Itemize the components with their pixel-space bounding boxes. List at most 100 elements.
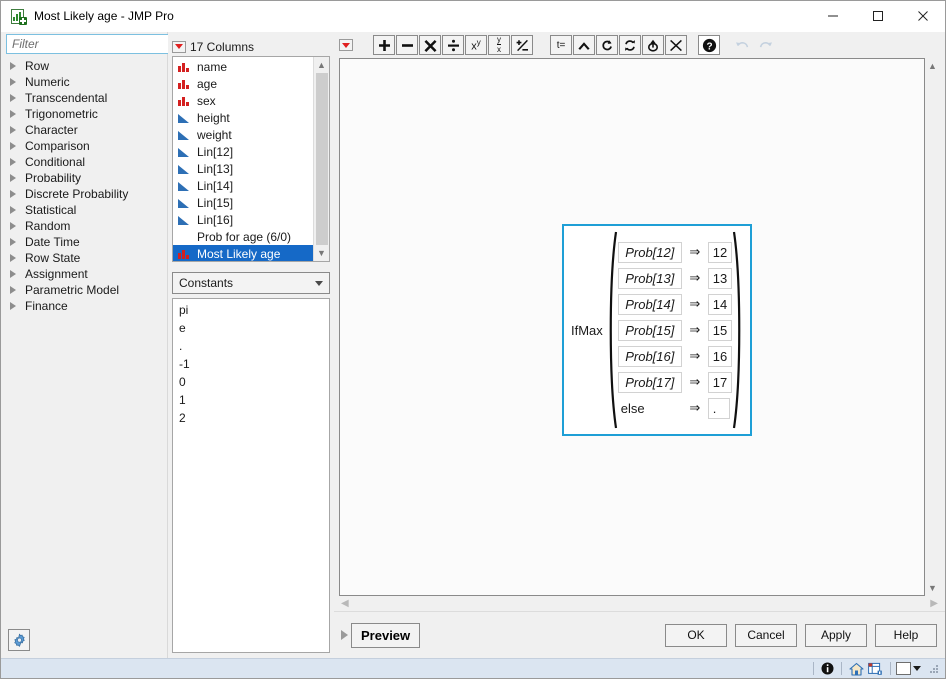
function-category-item[interactable]: Date Time xyxy=(1,234,167,250)
chevron-down-icon[interactable] xyxy=(911,660,923,677)
ifmax-result-value[interactable]: 16 xyxy=(707,345,733,367)
cancel-button[interactable]: Cancel xyxy=(735,623,797,647)
divide-button[interactable] xyxy=(442,35,464,55)
formula-horizontal-scrollbar[interactable]: ◀ ▶ xyxy=(339,596,940,611)
function-category-item[interactable]: Parametric Model xyxy=(1,282,167,298)
close-icon[interactable] xyxy=(900,1,945,31)
column-list-item[interactable]: Lin[14] xyxy=(173,177,313,194)
maximize-icon[interactable] xyxy=(855,1,900,31)
sign-button[interactable] xyxy=(511,35,533,55)
function-category-item[interactable]: Conditional xyxy=(1,154,167,170)
column-list-item[interactable]: age xyxy=(173,75,313,92)
constant-item[interactable]: -1 xyxy=(173,355,329,373)
function-category-item[interactable]: Trigonometric xyxy=(1,106,167,122)
constant-item[interactable]: e xyxy=(173,319,329,337)
root-button[interactable]: yx xyxy=(488,35,510,55)
function-category-item[interactable]: Finance xyxy=(1,298,167,314)
function-category-item[interactable]: Numeric xyxy=(1,74,167,90)
column-list-scrollbar[interactable]: ▲ ▼ xyxy=(313,57,329,261)
subtract-button[interactable] xyxy=(396,35,418,55)
function-category-item[interactable]: Transcendental xyxy=(1,90,167,106)
ifmax-condition-term[interactable]: Prob[14] xyxy=(617,293,682,315)
function-category-item[interactable]: Row xyxy=(1,58,167,74)
formula-vertical-scrollbar[interactable]: ▲ ▼ xyxy=(925,58,940,596)
resize-grip-icon[interactable] xyxy=(927,662,941,676)
column-list-item[interactable]: name xyxy=(173,58,313,75)
constant-item[interactable]: 2 xyxy=(173,409,329,427)
search-input[interactable] xyxy=(7,36,171,52)
insert-above-button[interactable] xyxy=(573,35,595,55)
constants-select[interactable]: Constants xyxy=(172,272,330,294)
preview-button[interactable]: Preview xyxy=(351,622,421,648)
function-category-item[interactable]: Assignment xyxy=(1,266,167,282)
ifmax-condition-term[interactable]: Prob[15] xyxy=(617,319,682,341)
search-input-wrapper[interactable] xyxy=(6,34,188,54)
constant-item[interactable]: . xyxy=(173,337,329,355)
scroll-up-icon[interactable]: ▲ xyxy=(925,58,941,74)
multiply-button[interactable] xyxy=(419,35,441,55)
ifmax-else-value[interactable]: . xyxy=(707,397,730,419)
ifmax-condition-term[interactable]: Prob[12] xyxy=(617,241,682,263)
column-list-item[interactable]: Lin[15] xyxy=(173,194,313,211)
ifmax-result-value[interactable]: 12 xyxy=(707,241,733,263)
exponent-button[interactable]: xy xyxy=(465,35,487,55)
constant-item[interactable]: pi xyxy=(173,301,329,319)
function-category-item[interactable]: Character xyxy=(1,122,167,138)
ifmax-result-value[interactable]: 17 xyxy=(707,371,733,393)
column-list-item[interactable]: sex xyxy=(173,92,313,109)
column-list-item[interactable]: Lin[13] xyxy=(173,160,313,177)
undo-button[interactable] xyxy=(731,35,753,55)
info-icon[interactable] xyxy=(819,660,836,677)
scroll-left-icon[interactable]: ◀ xyxy=(341,598,349,609)
gear-icon[interactable] xyxy=(8,629,30,651)
scroll-right-icon[interactable]: ▶ xyxy=(930,598,938,609)
help-button[interactable]: ? xyxy=(698,35,720,55)
scroll-down-icon[interactable]: ▼ xyxy=(925,580,941,596)
formula-canvas[interactable]: IfMax Prob[12] ⇒ 12 Prob[13] ⇒ 13 Prob[14] ⇒ 14 P… xyxy=(339,58,925,596)
function-category-item[interactable]: Row State xyxy=(1,250,167,266)
constant-item[interactable]: 1 xyxy=(173,391,329,409)
ok-button[interactable]: OK xyxy=(665,623,727,647)
help-text-button[interactable]: Help xyxy=(875,623,937,647)
function-category-item[interactable]: Statistical xyxy=(1,202,167,218)
red-triangle-menu-icon[interactable] xyxy=(339,39,353,51)
move-button[interactable] xyxy=(642,35,664,55)
ifmax-condition-term[interactable]: Prob[16] xyxy=(617,345,682,367)
minimize-icon[interactable] xyxy=(810,1,855,31)
ifmax-result-value[interactable]: 13 xyxy=(707,267,733,289)
apply-button[interactable]: Apply xyxy=(805,623,867,647)
function-category-item[interactable]: Discrete Probability xyxy=(1,186,167,202)
ifmax-condition-term[interactable]: Prob[17] xyxy=(617,371,682,393)
ifmax-result-value[interactable]: 15 xyxy=(707,319,733,341)
swap-button[interactable] xyxy=(619,35,641,55)
ifmax-result-value[interactable]: 14 xyxy=(707,293,733,315)
scroll-up-icon[interactable]: ▲ xyxy=(314,57,330,73)
constant-item[interactable]: 0 xyxy=(173,373,329,391)
column-list-item[interactable]: weight xyxy=(173,126,313,143)
column-list[interactable]: name age sex height weight Lin[12] Lin[13] Lin[… xyxy=(173,57,313,261)
scroll-down-icon[interactable]: ▼ xyxy=(314,245,330,261)
column-list-item[interactable]: Most Likely age xyxy=(173,245,313,261)
ifmax-expression[interactable]: IfMax Prob[12] ⇒ 12 Prob[13] ⇒ 13 Prob[14] ⇒ 14 P… xyxy=(562,224,753,436)
constants-list[interactable]: pi e. -1 0 1 2 xyxy=(172,298,330,653)
function-category-item[interactable]: Probability xyxy=(1,170,167,186)
home-icon[interactable] xyxy=(847,660,866,677)
local-variable-button[interactable]: t= xyxy=(550,35,572,55)
scrollbar-thumb[interactable] xyxy=(315,73,328,245)
column-list-item[interactable]: height xyxy=(173,109,313,126)
redo-button[interactable] xyxy=(754,35,776,55)
function-category-item[interactable]: Random xyxy=(1,218,167,234)
add-button[interactable] xyxy=(373,35,395,55)
column-list-item[interactable]: Lin[16] xyxy=(173,211,313,228)
delete-button[interactable] xyxy=(665,35,687,55)
column-list-item[interactable]: Lin[12] xyxy=(173,143,313,160)
function-category-list[interactable]: Row Numeric Transcendental Trigonometric Cha… xyxy=(1,56,167,622)
column-list-item[interactable]: Prob for age (6/0) xyxy=(173,228,313,245)
data-table-icon[interactable] xyxy=(866,660,885,677)
color-swatch[interactable] xyxy=(896,662,911,675)
ifmax-condition-term[interactable]: Prob[13] xyxy=(617,267,682,289)
red-triangle-menu-icon[interactable] xyxy=(172,40,186,53)
function-category-item[interactable]: Comparison xyxy=(1,138,167,154)
disclosure-triangle-icon[interactable] xyxy=(341,630,348,640)
peel-button[interactable] xyxy=(596,35,618,55)
